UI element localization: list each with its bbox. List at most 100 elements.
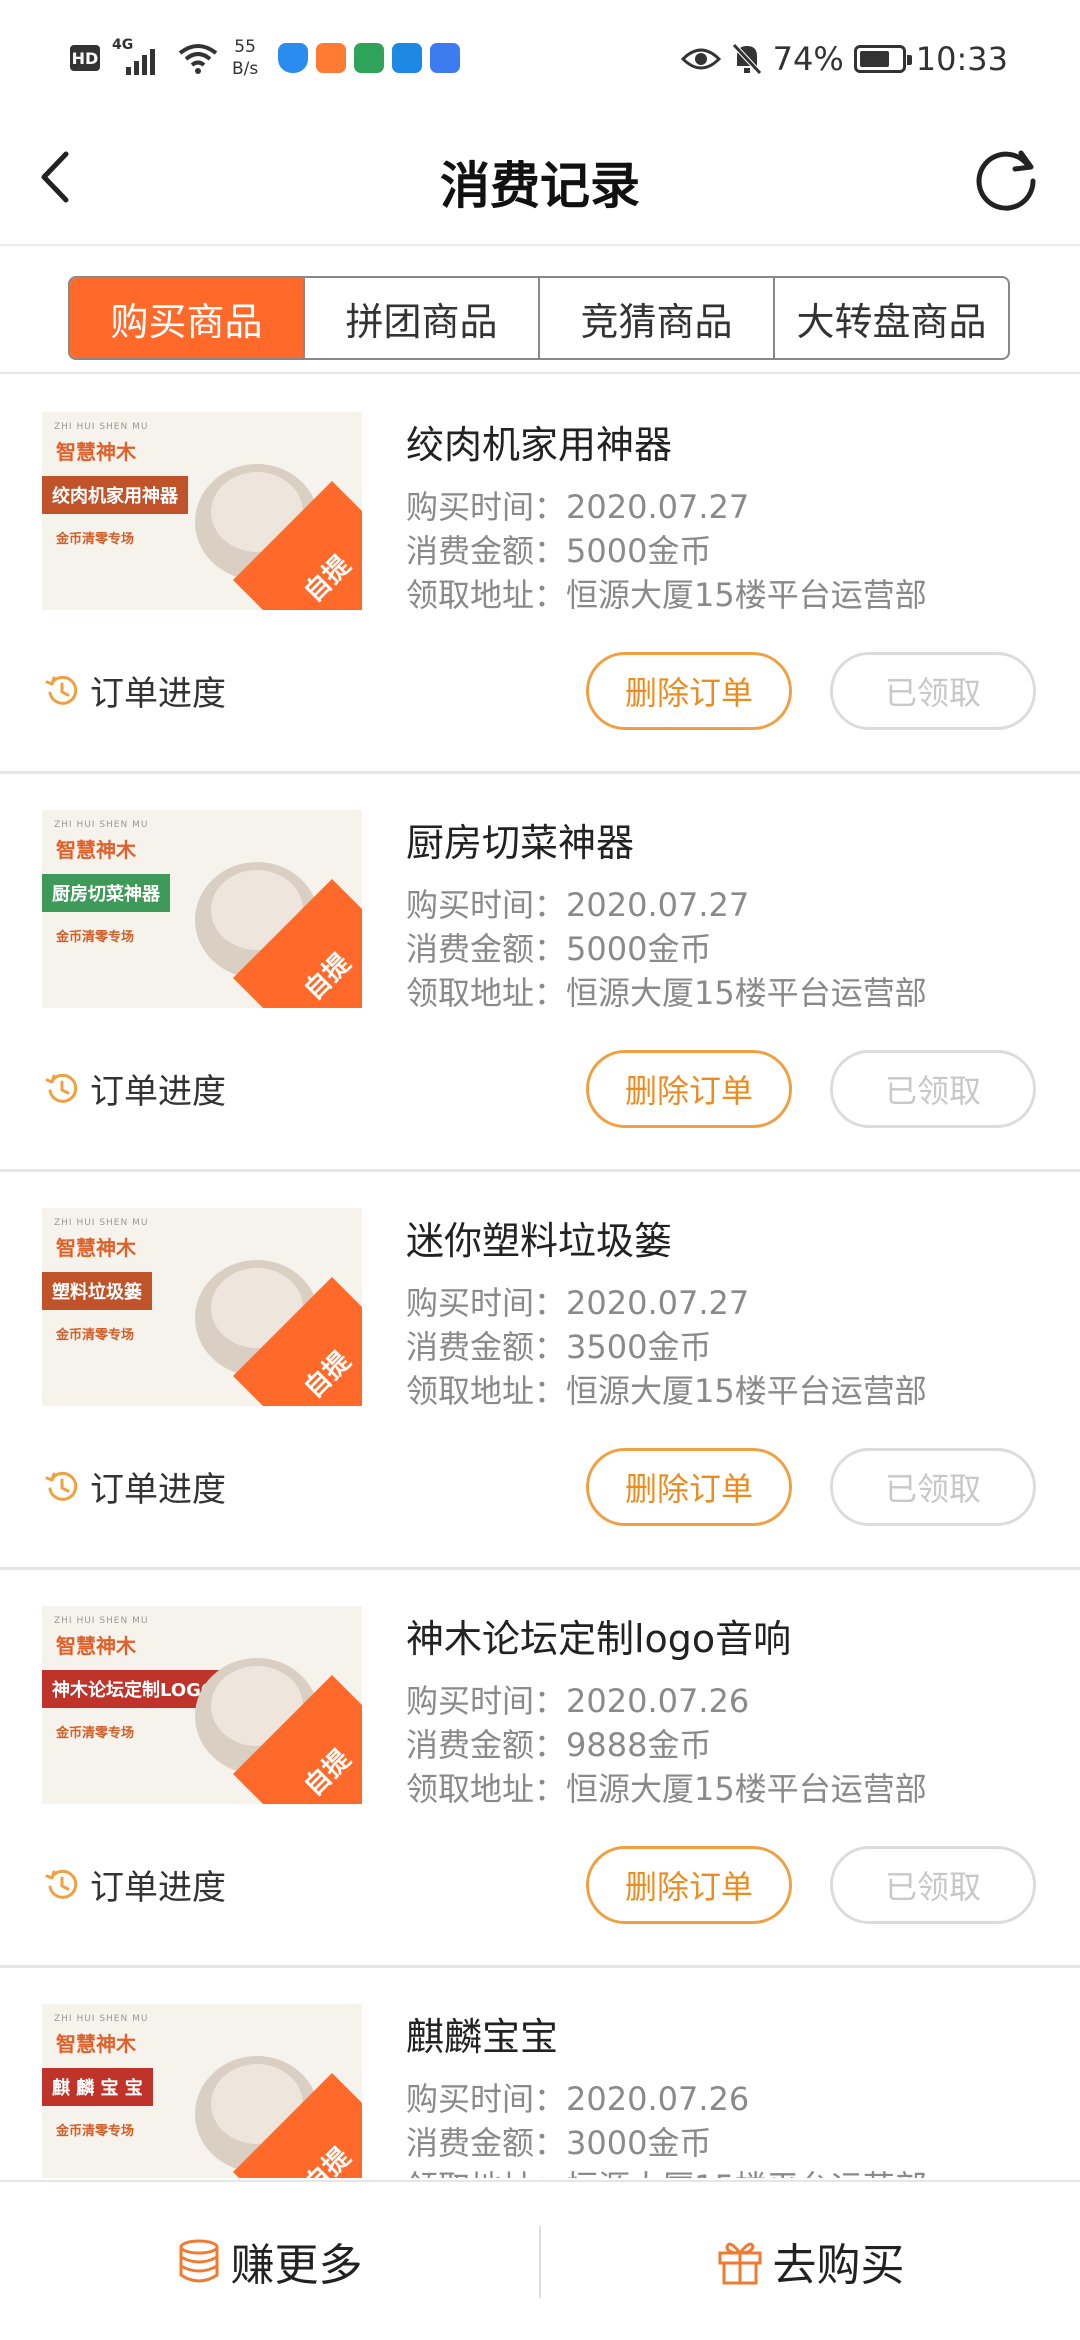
address-label: 领取地址： [406, 576, 567, 614]
thumb-sub: 金币清零专场 [56, 930, 135, 945]
net-speed: 55 B/s [232, 36, 258, 80]
amount-value: 5000金币 [566, 532, 712, 570]
tab-bar: 购买商品 拼团商品 竞猜商品 大转盘商品 [68, 276, 1010, 360]
address-label: 领取地址： [406, 2168, 566, 2178]
purchase-time-value: 2020.07.27 [566, 488, 750, 526]
product-image[interactable]: ZHI HUI SHEN MU 智慧神木 麒 麟 宝 宝 金币清零专场 自提 [42, 2004, 362, 2178]
thumb-brand-en: ZHI HUI SHEN MU [54, 820, 149, 830]
clock-history-icon [45, 1073, 78, 1103]
go-buy-button[interactable]: 去购买 [541, 2182, 1080, 2340]
eye-icon [680, 48, 721, 70]
order-progress-label: 订单进度 [90, 1868, 226, 1908]
thumb-tag: 麒 麟 宝 宝 [42, 2068, 153, 2106]
tab-buy[interactable]: 购买商品 [70, 278, 303, 358]
mute-bell-icon [731, 43, 762, 75]
received-button[interactable]: 已领取 [830, 652, 1036, 730]
order-card: ZHI HUI SHEN MU 智慧神木 绞肉机家用神器 金币清零专场 自提 绞… [0, 376, 1080, 774]
amount-label: 消费金额： [406, 1726, 567, 1764]
order-progress-link[interactable]: 订单进度 [44, 666, 226, 715]
received-button[interactable]: 已领取 [830, 1448, 1036, 1526]
amount-label: 消费金额： [406, 1328, 567, 1366]
amount-value: 3500金币 [566, 1328, 712, 1366]
notification-icons [278, 43, 461, 73]
purchase-time-value: 2020.07.26 [566, 2080, 750, 2118]
order-card: ZHI HUI SHEN MU 智慧神木 麒 麟 宝 宝 金币清零专场 自提 麒… [0, 1968, 1080, 2178]
tab-wheel[interactable]: 大转盘商品 [773, 278, 1008, 358]
purchase-time-value: 2020.07.26 [566, 1682, 750, 1720]
green-app-icon [354, 43, 385, 73]
thumb-brand-en: ZHI HUI SHEN MU [54, 422, 149, 432]
gift-icon [718, 2242, 761, 2285]
go-buy-label: 去购买 [772, 2240, 905, 2291]
clock-history-icon [45, 675, 78, 705]
pickup-address: 领取地址：恒源大厦15楼平台运营部 [406, 570, 927, 616]
wifi-icon [178, 44, 218, 74]
thumb-sub: 金币清零专场 [56, 532, 135, 547]
purchase-time-label: 购买时间： [406, 1682, 567, 1720]
purchase-time-label: 购买时间： [406, 488, 567, 526]
order-progress-link[interactable]: 订单进度 [44, 1860, 226, 1909]
delete-order-button[interactable]: 删除订单 [586, 1448, 792, 1526]
battery-level [859, 51, 890, 67]
order-progress-link[interactable]: 订单进度 [44, 1064, 226, 1113]
address-value: 恒源大厦15楼平台运营部 [566, 576, 927, 614]
thumb-brand-en: ZHI HUI SHEN MU [54, 1616, 149, 1626]
amount-value: 3000金币 [566, 2124, 712, 2162]
tab-group-buy[interactable]: 拼团商品 [303, 278, 538, 358]
delete-order-button[interactable]: 删除订单 [586, 1050, 792, 1128]
product-image[interactable]: ZHI HUI SHEN MU 智慧神木 厨房切菜神器 金币清零专场 自提 [42, 810, 362, 1008]
address-label: 领取地址： [406, 1770, 567, 1808]
pickup-address: 领取地址：恒源大厦15楼平台运营部 [406, 1366, 927, 1412]
purchase-time-label: 购买时间： [406, 1284, 567, 1322]
tabs-area: 购买商品 拼团商品 竞猜商品 大转盘商品 [0, 248, 1080, 374]
order-amount: 消费金额：3500金币 [406, 1322, 711, 1368]
product-image[interactable]: ZHI HUI SHEN MU 智慧神木 绞肉机家用神器 金币清零专场 自提 [42, 412, 362, 610]
clock-history-icon [45, 1869, 78, 1899]
purchase-time-label: 购买时间： [406, 2080, 567, 2118]
address-label: 领取地址： [406, 974, 567, 1012]
order-title: 麒麟宝宝 [406, 2015, 559, 2059]
refresh-button[interactable] [968, 140, 1044, 216]
amount-label: 消费金额： [406, 2124, 567, 2162]
bottom-bar: 赚更多 去购买 [0, 2180, 1080, 2340]
coins-icon [179, 2239, 218, 2283]
received-button[interactable]: 已领取 [830, 1050, 1036, 1128]
order-progress-label: 订单进度 [90, 1470, 226, 1510]
product-image[interactable]: ZHI HUI SHEN MU 智慧神木 塑料垃圾篓 金币清零专场 自提 [42, 1208, 362, 1406]
battery-icon [853, 45, 912, 73]
delete-order-button[interactable]: 删除订单 [586, 1846, 792, 1924]
hd-icon: HD [70, 45, 100, 71]
refresh-icon [976, 150, 1036, 211]
page-title: 消费记录 [440, 157, 640, 215]
address-value: 恒源大厦15楼平台运营部 [566, 1372, 927, 1410]
tab-guess[interactable]: 竞猜商品 [538, 278, 773, 358]
delete-order-button[interactable]: 删除订单 [586, 652, 792, 730]
order-title: 迷你塑料垃圾篓 [406, 1219, 673, 1263]
order-amount: 消费金额：5000金币 [406, 526, 711, 572]
order-card: ZHI HUI SHEN MU 智慧神木 塑料垃圾篓 金币清零专场 自提 迷你塑… [0, 1172, 1080, 1570]
order-list[interactable]: ZHI HUI SHEN MU 智慧神木 绞肉机家用神器 金币清零专场 自提 绞… [0, 376, 1080, 2178]
earn-more-button[interactable]: 赚更多 [0, 2182, 539, 2340]
thumb-brand: 智慧神木 [56, 838, 136, 862]
address-label: 领取地址： [406, 1372, 567, 1410]
pickup-address: 领取地址：恒源大厦15楼平台运营部 [406, 2162, 927, 2178]
thumb-brand-en: ZHI HUI SHEN MU [54, 2014, 149, 2024]
amount-value: 9888金币 [566, 1726, 712, 1764]
net-speed-unit: B/s [232, 59, 259, 79]
address-value: 恒源大厦15楼平台运营部 [566, 2168, 927, 2178]
order-progress-link[interactable]: 订单进度 [44, 1462, 226, 1511]
order-card: ZHI HUI SHEN MU 智慧神木 厨房切菜神器 金币清零专场 自提 厨房… [0, 774, 1080, 1172]
thumb-tag: 绞肉机家用神器 [42, 476, 188, 514]
order-title: 神木论坛定制logo音响 [406, 1617, 792, 1661]
thumb-brand: 智慧神木 [56, 1236, 136, 1260]
order-title: 厨房切菜神器 [406, 821, 635, 865]
purchase-time: 购买时间：2020.07.27 [406, 1278, 749, 1324]
product-image[interactable]: ZHI HUI SHEN MU 智慧神木 神木论坛定制LOGO音响 金币清零专场… [42, 1606, 362, 1804]
thumb-brand-en: ZHI HUI SHEN MU [54, 1218, 149, 1228]
cellular-signal-icon: 4G [112, 37, 164, 75]
received-button[interactable]: 已领取 [830, 1846, 1036, 1924]
status-left: HD 4G 55 B/s [70, 36, 461, 80]
status-right: 74% 10:33 [680, 40, 1008, 78]
header: 消费记录 [0, 120, 1080, 246]
clock-history-icon [45, 1471, 78, 1501]
